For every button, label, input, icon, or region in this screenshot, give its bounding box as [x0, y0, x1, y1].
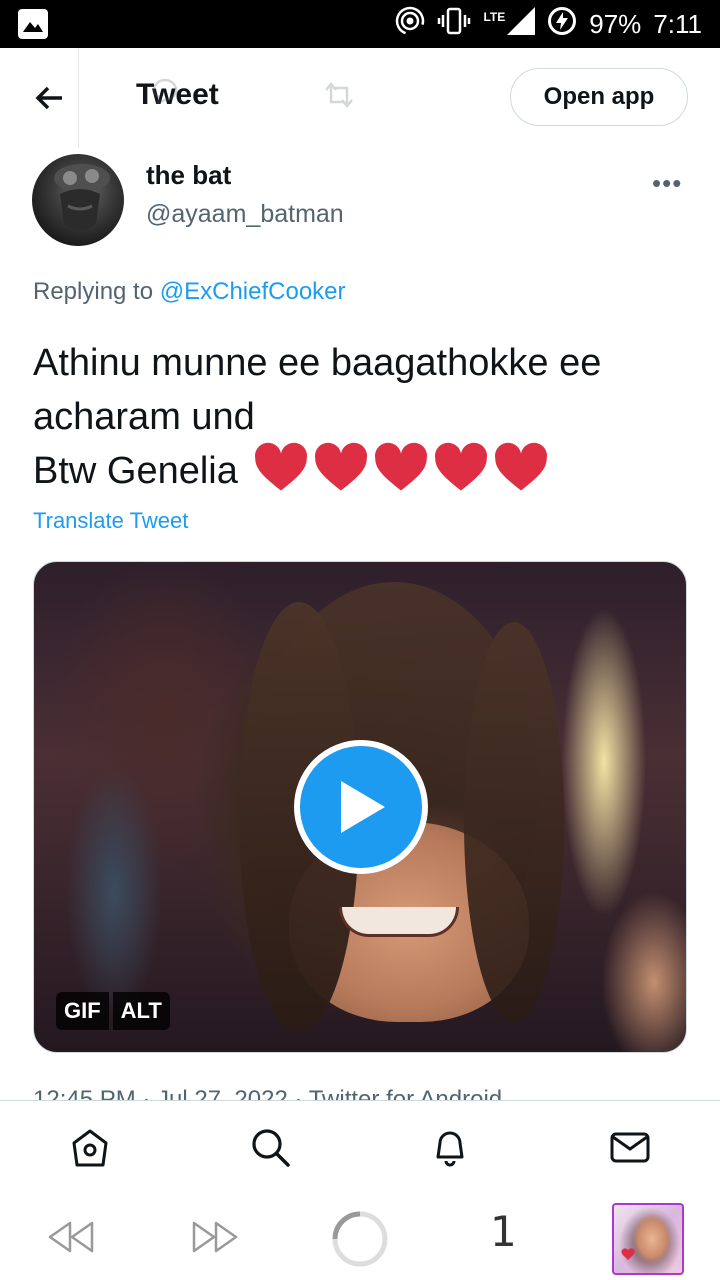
avatar[interactable]: [32, 154, 124, 246]
thread-divider: [78, 48, 79, 148]
heart-emoji-icon: [254, 442, 307, 491]
top-app-bar: Tweet Open app: [0, 48, 720, 144]
back-arrow-icon: [35, 86, 62, 110]
messages-icon[interactable]: [608, 1125, 652, 1169]
translate-tweet-link[interactable]: Translate Tweet: [33, 508, 188, 534]
media-badges: GIF ALT: [56, 992, 170, 1030]
status-bar: LTE 97% 7:11: [0, 0, 720, 48]
home-icon[interactable]: [68, 1125, 112, 1169]
bottom-navigation: [0, 1101, 720, 1187]
tab-thumbnail[interactable]: [612, 1203, 684, 1275]
open-app-button[interactable]: Open app: [510, 68, 688, 126]
media-shape: [464, 622, 564, 1022]
fast-forward-icon[interactable]: [190, 1217, 240, 1257]
hotspot-icon: [395, 6, 425, 43]
replying-to-mention[interactable]: @ExChiefCooker: [160, 278, 346, 305]
tweet-text-line: Btw Genelia: [33, 442, 703, 498]
battery-charging-icon: [547, 6, 577, 43]
more-options-icon[interactable]: •••: [652, 168, 682, 199]
replying-to-label: Replying to: [33, 278, 160, 305]
gif-badge: GIF: [56, 992, 109, 1030]
heart-emoji-icon: [374, 442, 427, 491]
author-handle[interactable]: @ayaam_batman: [146, 200, 344, 229]
alt-text-badge[interactable]: ALT: [112, 992, 170, 1030]
heart-sticker-icon: [621, 1248, 635, 1260]
play-button[interactable]: [294, 740, 428, 874]
rewind-icon[interactable]: [46, 1217, 96, 1257]
heart-emoji-icon: [314, 442, 367, 491]
network-type: LTE: [483, 10, 506, 24]
clock: 7:11: [653, 8, 702, 39]
play-icon: [341, 781, 385, 833]
tweet-text-line-3: Btw Genelia: [33, 450, 238, 492]
replying-to: Replying to @ExChiefCooker: [33, 278, 346, 306]
tab-count[interactable]: 1: [490, 1207, 517, 1256]
heart-emoji-icon: [434, 442, 487, 491]
tweet-text-line: acharam und: [33, 396, 255, 438]
loading-spinner-icon[interactable]: [330, 1209, 390, 1269]
back-button[interactable]: [30, 78, 70, 118]
tweet-text: Athinu munne ee baagathokke ee acharam u…: [33, 336, 703, 498]
tweet-text-line: Athinu munne ee baagathokke ee: [33, 342, 602, 384]
media-shape: [339, 907, 459, 937]
search-icon[interactable]: [248, 1125, 292, 1169]
gif-media[interactable]: GIF ALT: [33, 561, 687, 1053]
reply-ghost-icon: [152, 78, 178, 104]
heart-emoji-group: [252, 442, 550, 494]
tweet-timestamp: 12:45 PM · Jul 27, 2022 · Twitter for An…: [33, 1086, 503, 1100]
signal-icon: [507, 6, 536, 42]
vibrate-icon: [437, 6, 471, 43]
batman-avatar-icon: [54, 164, 110, 230]
battery-percent: 97%: [589, 8, 642, 39]
author-display-name[interactable]: the bat: [146, 160, 231, 191]
retweet-ghost-icon: [325, 82, 353, 108]
heart-emoji-icon: [494, 442, 547, 491]
gallery-notification-icon: [18, 9, 48, 39]
notifications-icon[interactable]: [428, 1125, 472, 1169]
browser-toolbar: 1: [0, 1187, 720, 1280]
